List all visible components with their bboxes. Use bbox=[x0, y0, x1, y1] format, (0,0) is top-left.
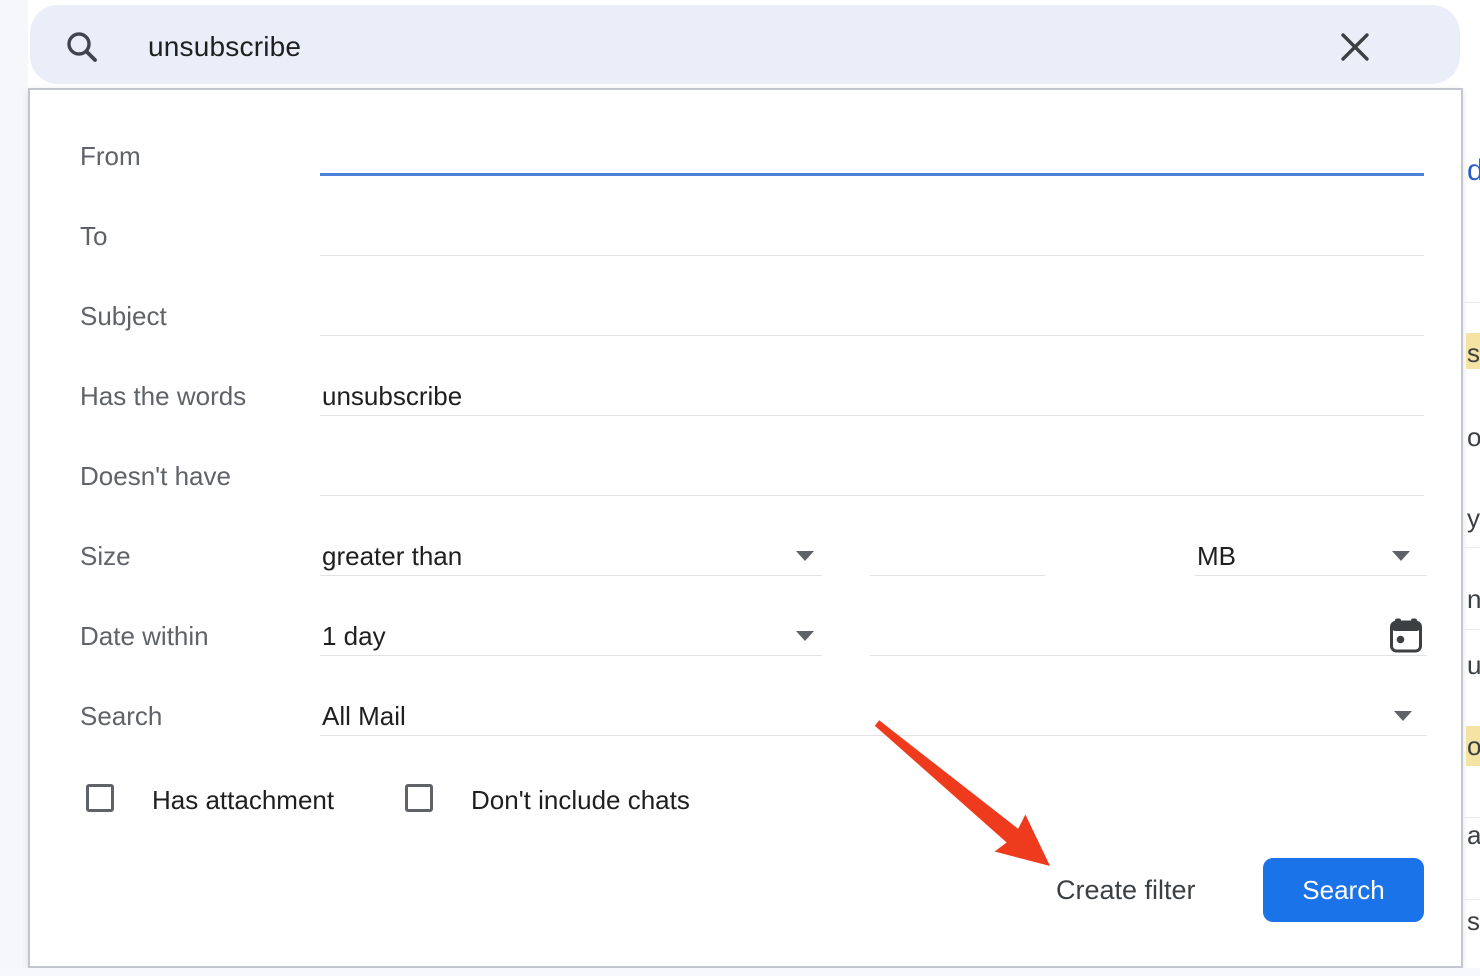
has-words-label: Has the words bbox=[80, 381, 246, 412]
background-divider bbox=[1464, 547, 1480, 548]
background-divider bbox=[1464, 899, 1480, 900]
background-divider bbox=[1464, 629, 1480, 630]
date-underline bbox=[870, 655, 1427, 656]
size-unit-underline bbox=[1195, 575, 1427, 576]
size-operator-dropdown-icon[interactable] bbox=[796, 551, 814, 561]
search-button[interactable]: Search bbox=[1263, 858, 1424, 922]
size-label: Size bbox=[80, 541, 131, 572]
page-background-bottom bbox=[0, 968, 1480, 976]
size-operator-underline bbox=[320, 575, 822, 576]
background-text-fragment: s bbox=[1467, 338, 1480, 369]
page-background-left bbox=[0, 0, 28, 976]
size-amount-underline bbox=[870, 575, 1045, 576]
subject-input[interactable] bbox=[320, 294, 1424, 336]
calendar-icon[interactable] bbox=[1390, 618, 1422, 653]
size-amount-input[interactable] bbox=[870, 534, 1045, 576]
from-label: From bbox=[80, 141, 141, 172]
subject-underline bbox=[320, 335, 1424, 336]
background-text-fragment: y bbox=[1467, 503, 1480, 534]
has-words-underline bbox=[320, 415, 1424, 416]
create-filter-button[interactable]: Create filter bbox=[1040, 866, 1212, 914]
size-operator-select[interactable]: greater than bbox=[320, 534, 822, 576]
search-scope-underline bbox=[320, 735, 1427, 736]
to-underline bbox=[320, 255, 1424, 256]
doesnt-have-underline bbox=[320, 495, 1424, 496]
background-divider bbox=[1464, 302, 1480, 303]
from-input[interactable] bbox=[320, 134, 1424, 176]
search-bar[interactable]: unsubscribe bbox=[30, 5, 1460, 84]
search-scope-dropdown-icon[interactable] bbox=[1394, 711, 1412, 721]
date-range-select[interactable]: 1 day bbox=[320, 614, 822, 656]
background-text-fragment: u bbox=[1467, 650, 1480, 681]
size-unit-dropdown-icon[interactable] bbox=[1392, 551, 1410, 561]
close-icon[interactable] bbox=[1338, 30, 1372, 64]
background-text-fragment: o bbox=[1467, 422, 1480, 453]
background-text-fragment: n bbox=[1467, 584, 1480, 615]
dont-include-chats-label[interactable]: Don't include chats bbox=[471, 785, 690, 816]
date-input[interactable] bbox=[870, 614, 1427, 656]
doesnt-have-input[interactable] bbox=[320, 454, 1424, 496]
background-text-fragment: o bbox=[1467, 731, 1480, 762]
has-attachment-label[interactable]: Has attachment bbox=[152, 785, 334, 816]
search-input[interactable]: unsubscribe bbox=[148, 31, 301, 63]
date-within-label: Date within bbox=[80, 621, 209, 652]
search-scope-label: Search bbox=[80, 701, 162, 732]
background-text-fragment: d bbox=[1467, 154, 1480, 188]
to-label: To bbox=[80, 221, 107, 252]
subject-label: Subject bbox=[80, 301, 167, 332]
search-scope-select[interactable]: All Mail bbox=[320, 694, 1427, 736]
doesnt-have-label: Doesn't have bbox=[80, 461, 231, 492]
background-text-fragment: s bbox=[1467, 906, 1480, 937]
from-underline-focused bbox=[320, 173, 1424, 176]
background-divider bbox=[1464, 817, 1480, 818]
date-range-underline bbox=[320, 655, 822, 656]
to-input[interactable] bbox=[320, 214, 1424, 256]
has-words-input[interactable]: unsubscribe bbox=[320, 374, 1424, 416]
gmail-search-filter-screen: unsubscribe From To Subject Has the word… bbox=[0, 0, 1480, 976]
background-text-fragment: a bbox=[1467, 820, 1480, 851]
dont-include-chats-checkbox[interactable] bbox=[405, 784, 433, 812]
search-icon bbox=[64, 29, 100, 65]
date-range-dropdown-icon[interactable] bbox=[796, 631, 814, 641]
has-attachment-checkbox[interactable] bbox=[86, 784, 114, 812]
